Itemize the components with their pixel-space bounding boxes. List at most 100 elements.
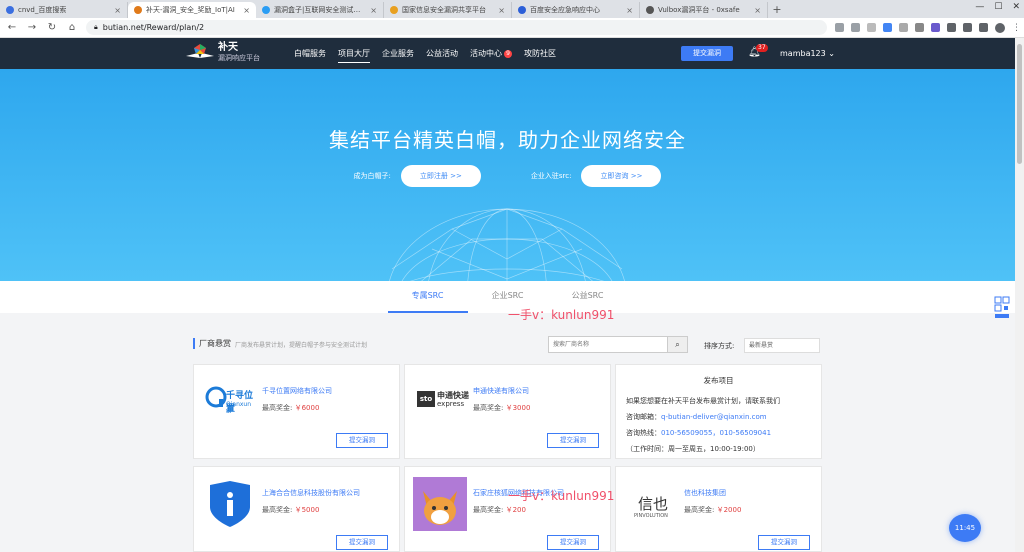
floating-clock[interactable]: 11:45 xyxy=(949,514,981,542)
enterprise-prompt: 企业入驻src: xyxy=(530,172,572,180)
sort-select[interactable]: 最新悬赏 xyxy=(744,338,820,353)
lock-icon: 🔒︎ xyxy=(94,23,98,31)
url-text: butian.net/Reward/plan/2 xyxy=(102,23,205,32)
tab-title: 百度安全应急响应中心 xyxy=(530,6,600,14)
fox-cartoon-logo xyxy=(413,477,469,531)
vendor-card[interactable]: 千寻位置 Qianxun SI 千寻位置网络有限公司 最高奖金: ￥6000 提… xyxy=(193,364,400,459)
tab-title: Vulbox漏洞平台 - 0xsafe xyxy=(658,6,740,14)
hero-cta-row: 成为白帽子: 立即注册 >> 企业入驻src: 立即咨询 >> xyxy=(0,165,1015,187)
url-field[interactable]: 🔒︎ butian.net/Reward/plan/2 xyxy=(86,20,827,35)
vendor-name[interactable]: 信也科技集团 xyxy=(684,488,726,498)
menu-icon[interactable]: ⋮ xyxy=(1012,23,1021,33)
puzzle-icon[interactable] xyxy=(963,23,972,32)
logo-title: 补天 xyxy=(218,42,238,53)
vendor-reward: 最高奖金: ￥6000 xyxy=(262,404,320,412)
extensions-bar: ⋮ xyxy=(835,22,1021,33)
extension-icon[interactable] xyxy=(931,23,940,32)
close-window-button[interactable]: ✕ xyxy=(1012,2,1020,12)
tab-favicon-icon xyxy=(6,6,14,14)
scrollbar-thumb[interactable] xyxy=(1017,44,1022,164)
bookmark-star-icon[interactable] xyxy=(851,23,860,32)
sidebar-icon[interactable] xyxy=(979,23,988,32)
extension-icon[interactable] xyxy=(883,23,892,32)
browser-tab[interactable]: 国家信息安全漏洞共享平台 × xyxy=(384,2,512,18)
vendor-search-input[interactable] xyxy=(549,337,667,352)
tab-favicon-icon xyxy=(262,6,270,14)
profile-avatar[interactable] xyxy=(995,22,1005,33)
vendor-reward: 最高奖金: ￥3000 xyxy=(473,404,531,412)
close-tab-icon[interactable]: × xyxy=(754,6,761,15)
window-controls: — ☐ ✕ xyxy=(975,2,1020,12)
site-logo[interactable]: 补天 漏洞响应平台 xyxy=(186,42,260,64)
vendor-card[interactable]: 上海合合信息科技股份有限公司 最高奖金: ￥5000 提交漏洞 xyxy=(193,466,400,552)
page-scrollbar[interactable] xyxy=(1015,38,1024,552)
submit-vuln-button[interactable]: 提交漏洞 xyxy=(681,46,733,61)
publish-title: 发布项目 xyxy=(703,376,734,385)
minimize-button[interactable]: — xyxy=(975,2,984,12)
close-tab-icon[interactable]: × xyxy=(626,6,633,15)
hero-title: 集结平台精英白帽，助力企业网络安全 xyxy=(329,128,686,152)
filter-row: 厂商悬赏 厂商发布悬赏计划，提醒白帽子参与安全测试计划 ⌕ 排序方式: 最新悬赏 xyxy=(193,335,823,355)
nav-item[interactable]: 公益活动 xyxy=(426,38,458,69)
hero-banner: 集结平台精英白帽，助力企业网络安全 成为白帽子: 立即注册 >> 企业入驻src… xyxy=(0,69,1015,281)
tab-favicon-icon xyxy=(646,6,654,14)
qianxun-logo: 千寻位置 Qianxun SI xyxy=(202,377,258,421)
vendor-reward: 最高奖金: ￥200 xyxy=(473,506,526,514)
search-icon[interactable]: ⌕ xyxy=(667,337,687,352)
site-header: 补天 漏洞响应平台 白帽服务 项目大厅 企业服务 公益活动 活动中心 9 攻防社区 提交漏洞… xyxy=(0,38,1024,69)
forward-icon[interactable]: → xyxy=(26,22,38,33)
src-tab[interactable]: 专属SRC xyxy=(387,281,468,313)
consult-button[interactable]: 立即咨询 >> xyxy=(581,165,662,187)
vendor-card[interactable]: sto 申通快递 express 申通快递有限公司 最高奖金: ￥3000 提交… xyxy=(404,364,611,459)
vendor-card[interactable]: 信也 PINVOLUTION 信也科技集团 最高奖金: ￥2000 提交漏洞 xyxy=(615,466,822,552)
extension-icon[interactable] xyxy=(867,23,876,32)
tab-title: 补天-漏洞_安全_奖励_IoT|AI xyxy=(146,6,235,14)
home-icon[interactable]: ⌂ xyxy=(66,22,78,33)
card-submit-button[interactable]: 提交漏洞 xyxy=(547,433,599,448)
vendor-name[interactable]: 上海合合信息科技股份有限公司 xyxy=(262,488,360,498)
nav-item[interactable]: 企业服务 xyxy=(382,38,414,69)
vendor-name[interactable]: 申通快递有限公司 xyxy=(473,386,529,396)
close-tab-icon[interactable]: × xyxy=(370,6,377,15)
reload-icon[interactable]: ↻ xyxy=(46,22,58,33)
browser-tab[interactable]: 补天-漏洞_安全_奖励_IoT|AI × xyxy=(128,2,256,18)
share-icon[interactable] xyxy=(835,23,844,32)
browser-tab[interactable]: cnvd_百度搜索 × xyxy=(0,2,128,18)
nav-item[interactable]: 白帽服务 xyxy=(294,38,326,69)
close-tab-icon[interactable]: × xyxy=(498,6,505,15)
nav-item[interactable]: 活动中心 9 xyxy=(470,38,512,69)
card-submit-button[interactable]: 提交漏洞 xyxy=(547,535,599,550)
extension-icon[interactable] xyxy=(899,23,908,32)
close-tab-icon[interactable]: × xyxy=(243,6,250,15)
vendor-card[interactable]: 石家庄核狐网络科技有限公司 最高奖金: ￥200 提交漏洞 xyxy=(404,466,611,552)
browser-tab[interactable]: Vulbox漏洞平台 - 0xsafe × xyxy=(640,2,768,18)
card-submit-button[interactable]: 提交漏洞 xyxy=(336,433,388,448)
vendor-reward: 最高奖金: ￥2000 xyxy=(684,506,742,514)
browser-tab-bar: cnvd_百度搜索 × 补天-漏洞_安全_奖励_IoT|AI × 漏洞盒子|互联网安全测… xyxy=(0,0,1024,18)
nav-item[interactable]: 攻防社区 xyxy=(524,38,556,69)
maximize-button[interactable]: ☐ xyxy=(994,2,1002,12)
tab-title: 漏洞盒子|互联网安全测试众测平 xyxy=(274,6,367,14)
close-tab-icon[interactable]: × xyxy=(114,6,121,15)
browser-tab[interactable]: 漏洞盒子|互联网安全测试众测平 × xyxy=(256,2,384,18)
browser-tab[interactable]: 百度安全应急响应中心 × xyxy=(512,2,640,18)
vendor-name[interactable]: 千寻位置网络有限公司 xyxy=(262,386,332,396)
user-menu[interactable]: mamba123 ⌄ xyxy=(780,49,835,58)
extension-icon[interactable] xyxy=(915,23,924,32)
back-icon[interactable]: ← xyxy=(6,22,18,33)
publish-email-link[interactable]: q-butian-deliver@qianxin.com xyxy=(661,413,767,421)
sto-express-logo: sto 申通快递 express xyxy=(413,377,469,421)
whitehat-prompt: 成为白帽子: xyxy=(353,172,391,180)
extension-icon[interactable] xyxy=(947,23,956,32)
nav-item[interactable]: 项目大厅 xyxy=(338,38,370,69)
new-tab-button[interactable]: + xyxy=(768,2,786,18)
card-submit-button[interactable]: 提交漏洞 xyxy=(336,535,388,550)
butian-logo-icon xyxy=(186,42,214,64)
publish-hours: （工作时间：周一至周五，10:00-19:00） xyxy=(626,445,760,453)
register-button[interactable]: 立即注册 >> xyxy=(400,165,481,187)
card-submit-button[interactable]: 提交漏洞 xyxy=(758,535,810,550)
watermark-text: 一手v：kunlun991 xyxy=(508,308,615,322)
logo-subtitle: 漏洞响应平台 xyxy=(218,54,260,62)
side-qr-icon[interactable] xyxy=(994,296,1010,320)
publish-phone-row: 咨询热线：010-56509055，010-56509041 xyxy=(626,429,772,437)
